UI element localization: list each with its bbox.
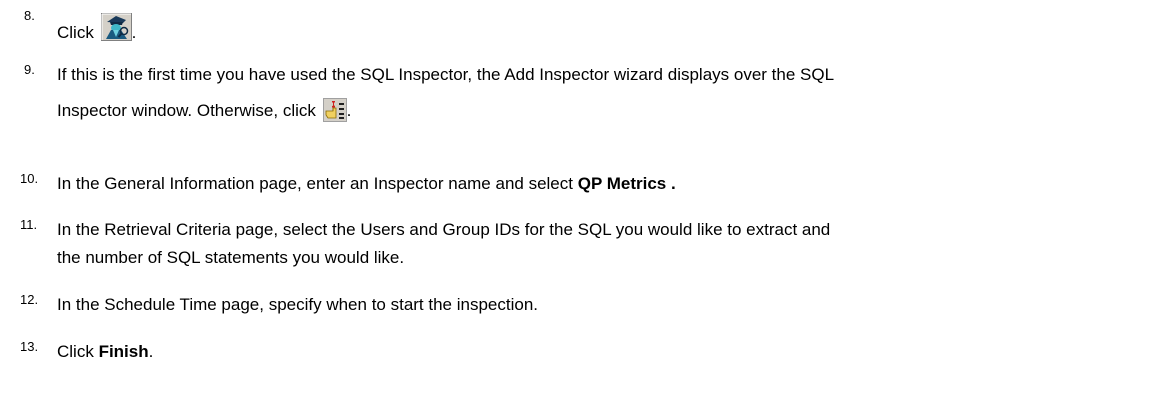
step-text: In the Schedule Time page, specify when … [57,295,539,314]
step-text-before: In the General Information page, enter a… [57,174,578,193]
step-number: 9. [24,62,35,77]
step-text-after: . [131,23,137,42]
step-text-after: . [346,101,352,120]
step-text: Click Finish. [57,339,1157,365]
sql-inspector-toolbar-icon [100,13,132,41]
step-text-after: . [666,174,676,193]
step-text-before: Click [57,23,99,42]
step-text-line1: If this is the first time you have used … [57,65,835,84]
step-text: In the General Information page, enter a… [57,171,1157,197]
add-inspector-icon [322,98,347,122]
step-text-before: Inspector window. Otherwise, click [57,101,321,120]
step-number: 12. [20,292,39,307]
step-text-line2: Inspector window. Otherwise, click . [57,98,1157,124]
step-text: In the Retrieval Criteria page, select t… [57,217,1157,271]
step-text-before: Click [57,342,99,361]
step-number: 8. [24,8,35,23]
step-text-after: . [148,342,154,361]
ui-term-qp-metrics: QP Metrics [577,174,667,193]
step-text: Click . [57,13,1157,46]
step-number: 10. [20,171,39,186]
step-text-line1: In the Retrieval Criteria page, select t… [57,220,831,239]
step-text-line2: the number of SQL statements you would l… [57,248,405,267]
step-number: 13. [20,339,39,354]
ui-term-finish: Finish [98,342,149,361]
step-number: 11. [20,217,38,232]
step-text: If this is the first time you have used … [57,62,1157,124]
